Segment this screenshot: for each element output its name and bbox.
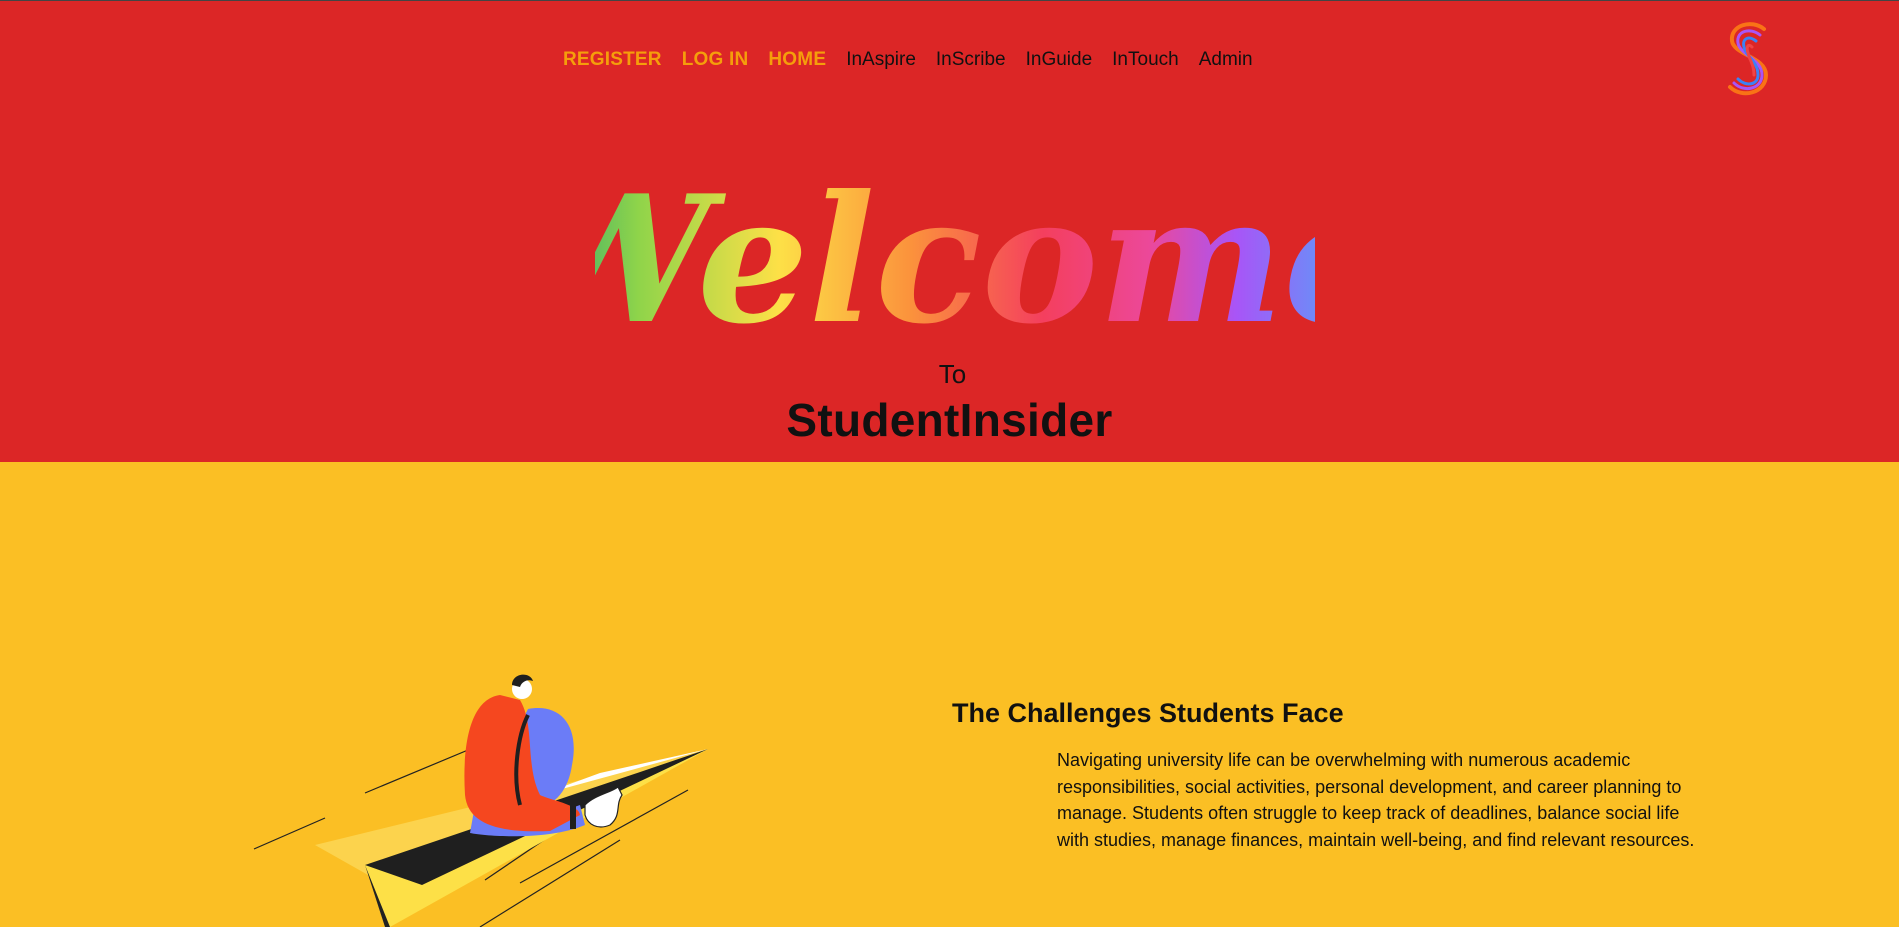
nav-login-link[interactable]: LOG IN [682, 49, 749, 71]
hero-section: REGISTER LOG IN HOME InAspire InScribe I… [0, 0, 1899, 462]
nav-register-link[interactable]: REGISTER [563, 49, 662, 71]
s-logo-icon[interactable] [1722, 21, 1776, 101]
hero-to-text: To [938, 359, 967, 389]
challenges-title: The Challenges Students Face [952, 698, 1344, 728]
main-nav: REGISTER LOG IN HOME InAspire InScribe I… [563, 49, 1253, 71]
nav-inscribe-link[interactable]: InScribe [936, 49, 1006, 71]
brand-title: StudentInsider [786, 394, 1113, 446]
student-on-paper-plane-illustration [253, 674, 708, 927]
welcome-text: Welcome [595, 161, 1315, 341]
nav-inaspire-link[interactable]: InAspire [846, 49, 916, 71]
challenges-description: Navigating university life can be overwh… [1057, 750, 1695, 850]
nav-intouch-link[interactable]: InTouch [1112, 49, 1179, 71]
nav-admin-link[interactable]: Admin [1199, 49, 1253, 71]
nav-inguide-link[interactable]: InGuide [1026, 49, 1093, 71]
nav-home-link[interactable]: HOME [768, 49, 826, 71]
welcome-heading: Welcome [595, 161, 1315, 341]
